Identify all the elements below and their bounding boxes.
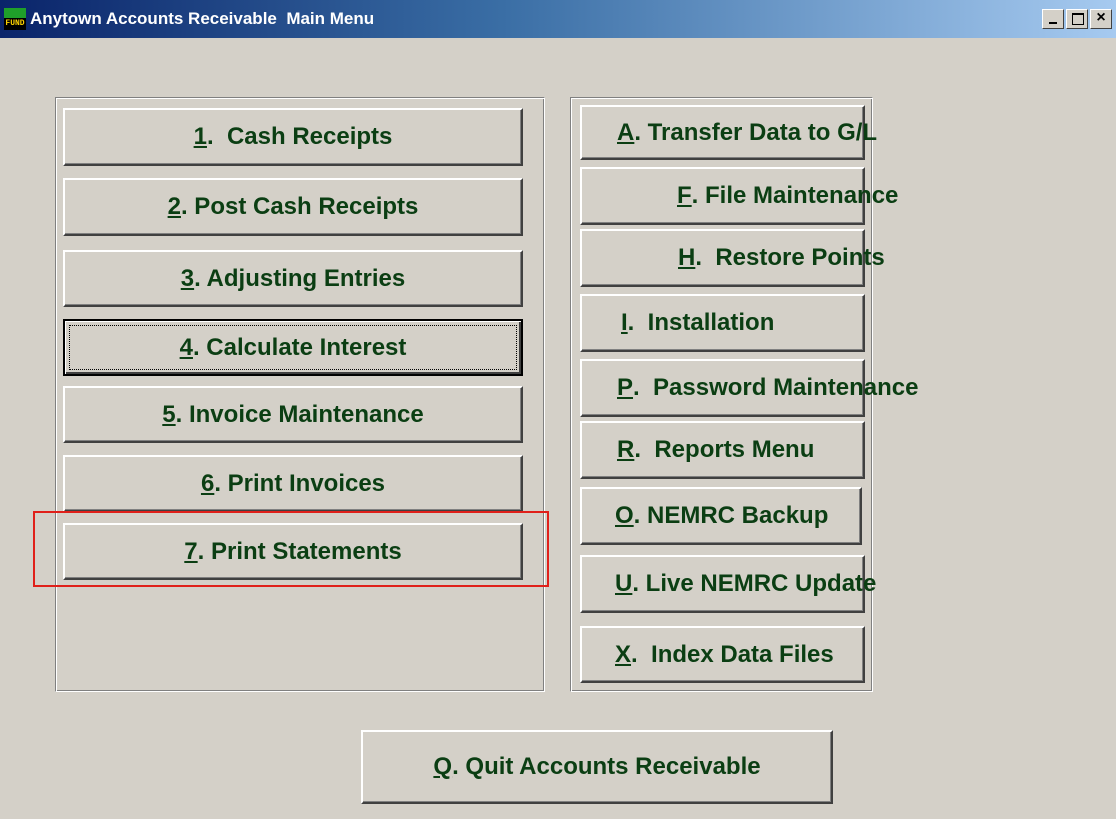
hotkey: Q (433, 753, 453, 780)
maximize-button[interactable] (1066, 9, 1088, 29)
hotkey: A (617, 118, 635, 146)
button-label: . Post Cash Receipts (180, 193, 419, 220)
app-icon[interactable]: FUND (4, 8, 26, 30)
app-icon-label: FUND (5, 19, 25, 28)
post-cash-receipts-button[interactable]: 2. Post Cash Receipts (63, 178, 523, 236)
minimize-button[interactable] (1042, 9, 1064, 29)
quit-accounts-receivable-button[interactable]: Q. Quit Accounts Receivable (361, 730, 833, 804)
hotkey: P (617, 374, 634, 401)
hotkey: I (621, 309, 628, 336)
close-button[interactable]: × (1090, 9, 1112, 29)
button-label: . Invoice Maintenance (175, 400, 424, 428)
hotkey: F (677, 182, 692, 209)
password-maintenance-button[interactable]: P. Password Maintenance (580, 359, 918, 417)
button-label: . Calculate Interest (192, 333, 407, 361)
button-label: . Cash Receipts (206, 123, 393, 150)
hotkey: 5 (162, 400, 176, 428)
button-label: . Index Data Files (631, 640, 834, 668)
minimize-icon (1049, 22, 1057, 24)
close-icon: × (1096, 9, 1106, 26)
hotkey: 1 (193, 123, 207, 150)
hotkey: 4 (179, 333, 193, 361)
file-maintenance-button[interactable]: F. File Maintenance (580, 167, 898, 225)
button-label: . Live NEMRC Update (632, 570, 877, 597)
hotkey: R (617, 436, 635, 463)
hotkey: 2 (167, 193, 181, 220)
nemrc-backup-button[interactable]: O. NEMRC Backup (580, 487, 862, 545)
index-data-files-button[interactable]: X. Index Data Files (580, 626, 865, 683)
button-label: . Quit Accounts Receivable (452, 753, 761, 780)
button-label: . NEMRC Backup (633, 502, 829, 529)
maximize-icon (1072, 13, 1084, 25)
adjusting-entries-button[interactable]: 3. Adjusting Entries (63, 250, 523, 307)
button-label: . File Maintenance (691, 182, 899, 209)
hotkey: X (615, 640, 632, 668)
button-label: . Restore Points (695, 244, 885, 271)
calculate-interest-button[interactable]: 4. Calculate Interest (63, 319, 523, 376)
live-nemrc-update-button[interactable]: U. Live NEMRC Update (580, 555, 876, 613)
hotkey: 6 (200, 469, 215, 497)
transfer-data-to-gl-button[interactable]: A. Transfer Data to G/L (580, 105, 877, 160)
hotkey: O (615, 502, 634, 529)
button-label: . Adjusting Entries (194, 264, 406, 292)
title-bar[interactable]: FUND Anytown Accounts Receivable Main Me… (0, 0, 1116, 38)
installation-button[interactable]: I. Installation (580, 294, 865, 352)
highlight-box (33, 511, 549, 587)
button-label: . Reports Menu (634, 436, 815, 463)
window-title: Anytown Accounts Receivable Main Menu (30, 9, 375, 28)
reports-menu-button[interactable]: R. Reports Menu (580, 421, 865, 479)
hotkey: U (615, 570, 633, 597)
hotkey: H (678, 244, 696, 271)
button-label: . Print Invoices (214, 469, 386, 497)
invoice-maintenance-button[interactable]: 5. Invoice Maintenance (63, 386, 523, 443)
button-label: . Password Maintenance (633, 374, 919, 401)
print-invoices-button[interactable]: 6. Print Invoices (63, 455, 523, 512)
button-label: . Installation (627, 309, 775, 336)
cash-receipts-button[interactable]: 1. Cash Receipts (63, 108, 523, 166)
restore-points-button[interactable]: H. Restore Points (580, 229, 885, 287)
button-label: . Transfer Data to G/L (634, 118, 878, 146)
main-menu-window: FUND Anytown Accounts Receivable Main Me… (0, 0, 1116, 819)
hotkey: 3 (180, 264, 195, 292)
